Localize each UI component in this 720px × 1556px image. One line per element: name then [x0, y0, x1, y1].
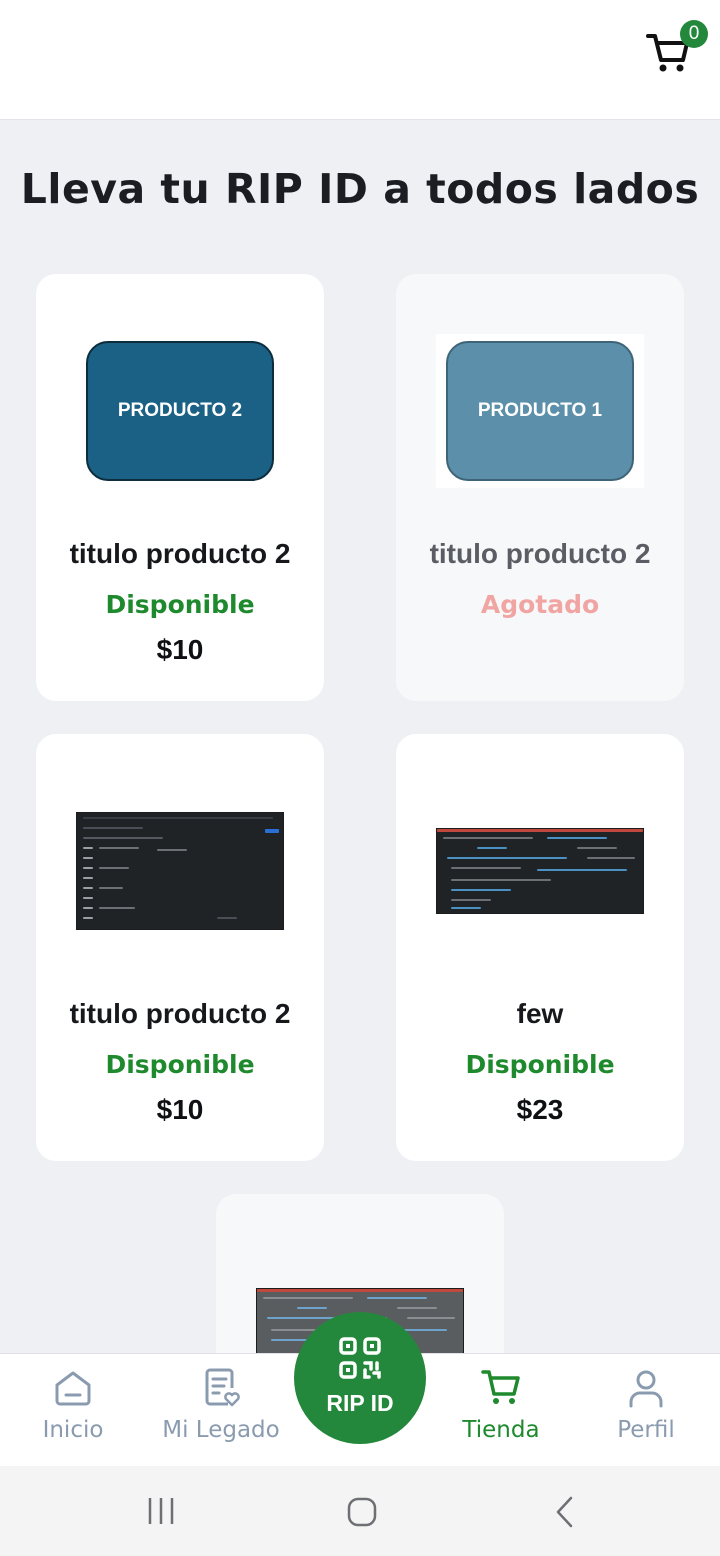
document-heart-icon	[205, 1368, 240, 1407]
rip-id-label: RIP ID	[326, 1390, 394, 1416]
product-card[interactable]: PRODUCTO 1 titulo producto 2 Agotado	[396, 274, 684, 701]
back-icon[interactable]	[553, 1495, 575, 1529]
recent-apps-icon[interactable]	[147, 1496, 177, 1526]
cart-count-badge: 0	[680, 20, 708, 48]
product-image-label: PRODUCTO 2	[86, 341, 274, 481]
home-circle-icon[interactable]	[346, 1496, 378, 1528]
product-card[interactable]: titulo producto 2 Disponible $10	[36, 734, 324, 1161]
nav-item-mi-legado[interactable]: Mi Legado	[149, 1354, 293, 1467]
nav-label-tienda: Tienda	[462, 1417, 540, 1443]
product-price: $10	[156, 634, 204, 665]
product-title: few	[516, 998, 564, 1029]
screenshot-thumbnail	[437, 829, 643, 913]
nav-label-perfil: Perfil	[617, 1417, 675, 1443]
rip-id-button[interactable]: RIP ID	[294, 1312, 426, 1444]
product-title: titulo producto 2	[69, 538, 291, 569]
qr-code-icon	[339, 1337, 381, 1379]
product-image: PRODUCTO 1	[436, 334, 644, 488]
product-status: Disponible	[105, 590, 255, 619]
product-price: $23	[516, 1094, 564, 1125]
cart-button[interactable]: 0	[640, 20, 708, 80]
product-status: Agotado	[480, 590, 600, 619]
nav-item-inicio[interactable]: Inicio	[1, 1354, 145, 1467]
page-title: Lleva tu RIP ID a todos lados	[20, 165, 700, 213]
product-status: Disponible	[105, 1050, 255, 1079]
product-image-label: PRODUCTO 1	[446, 341, 634, 481]
product-image	[76, 794, 284, 948]
nav-label-inicio: Inicio	[42, 1417, 104, 1443]
top-bar: 0	[0, 0, 720, 120]
screenshot-thumbnail	[77, 813, 283, 929]
home-icon	[55, 1371, 91, 1406]
product-image: PRODUCTO 2	[76, 334, 284, 488]
product-card[interactable]: few Disponible $23	[396, 734, 684, 1161]
nav-label-mi-legado: Mi Legado	[162, 1417, 280, 1443]
nav-item-perfil[interactable]: Perfil	[574, 1354, 718, 1467]
cart-icon	[481, 1370, 520, 1404]
product-status: Disponible	[465, 1050, 615, 1079]
product-price: $10	[156, 1094, 204, 1125]
product-title: titulo producto 2	[69, 998, 291, 1029]
user-icon	[629, 1370, 663, 1408]
product-image	[436, 794, 644, 948]
product-title: titulo producto 2	[429, 538, 651, 569]
system-navigation-bar	[0, 1466, 720, 1556]
nav-item-tienda[interactable]: Tienda	[429, 1354, 573, 1467]
product-card[interactable]: PRODUCTO 2 titulo producto 2 Disponible …	[36, 274, 324, 701]
